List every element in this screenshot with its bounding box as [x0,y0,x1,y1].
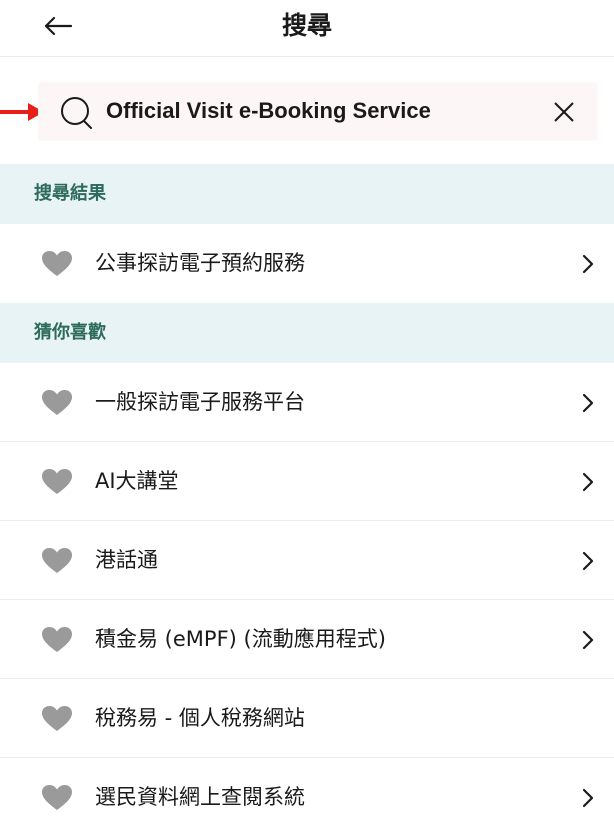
list-item[interactable]: 公事探訪電子預約服務 [0,224,614,303]
search-input[interactable] [106,91,526,131]
chevron-right-icon [582,788,594,808]
heart-icon[interactable] [42,251,72,277]
chevron-right-icon [582,393,594,413]
page-title: 搜尋 [281,11,332,40]
heart-icon[interactable] [42,469,72,495]
list-item-label: 一般探訪電子服務平台 [95,390,305,414]
list-item[interactable]: 一般探訪電子服務平台 [0,363,614,442]
chevron-right-icon [582,472,594,492]
heart-icon[interactable] [42,627,72,653]
heart-icon[interactable] [42,390,72,416]
list-item[interactable]: AI大講堂 [0,442,614,521]
list-item-label: 公事探訪電子預約服務 [95,251,305,275]
list-item-label: 選民資料網上查閱系統 [95,785,305,809]
section-header-recommended: 猜你喜歡 [0,303,614,363]
clear-search-button[interactable] [548,96,580,128]
close-icon [554,102,574,122]
heart-icon[interactable] [42,706,72,732]
list-item-label: AI大講堂 [95,469,179,493]
heart-icon[interactable] [42,548,72,574]
list-item[interactable]: 選民資料網上查閱系統 [0,758,614,837]
search-icon [61,97,92,129]
list-item-label: 稅務易 - 個人稅務網站 [95,706,305,730]
search-bar [38,82,598,141]
chevron-right-icon [582,630,594,650]
list-item-label: 積金易 (eMPF) (流動應用程式) [95,627,386,651]
heart-icon[interactable] [42,785,72,811]
app-header: 搜尋 [0,0,614,57]
list-item[interactable]: 稅務易 - 個人稅務網站 [0,679,614,758]
list-item[interactable]: 港話通 [0,521,614,600]
list-item-label: 港話通 [95,548,158,572]
section-header-results: 搜尋結果 [0,164,614,224]
chevron-right-icon [582,254,594,274]
list-item[interactable]: 積金易 (eMPF) (流動應用程式) [0,600,614,679]
chevron-right-icon [582,551,594,571]
